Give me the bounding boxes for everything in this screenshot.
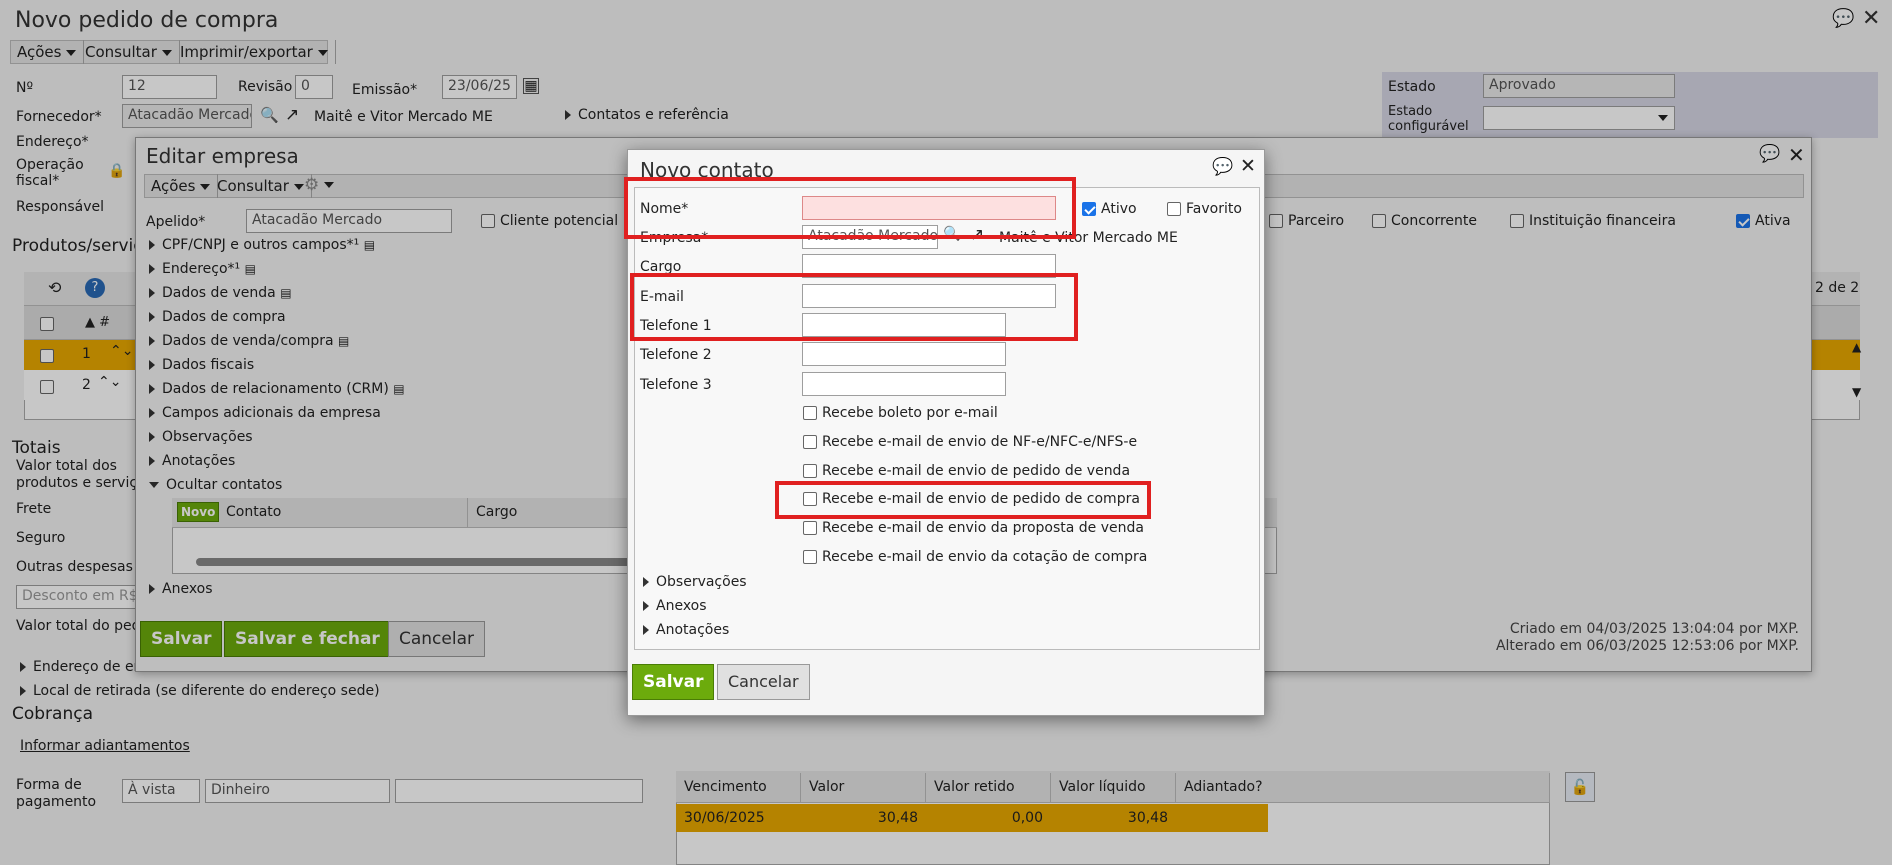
recebe-cotacao-compra-check[interactable]: Recebe e-mail de envio da cotação de com… [803,549,1147,565]
dialog-section-anotacoes[interactable]: Anotações [643,622,729,638]
comment-icon[interactable]: 💬 [1212,157,1233,177]
recebe-proposta-venda-check[interactable]: Recebe e-mail de envio da proposta de ve… [803,520,1144,536]
close-icon[interactable]: ✕ [1240,155,1256,177]
dialog-section-observacoes[interactable]: Observações [643,574,747,590]
dialog-save-button[interactable]: Salvar [632,664,715,700]
favorito-check[interactable]: Favorito [1167,201,1242,217]
telefone2-label: Telefone 2 [640,347,712,363]
highlight-email-telefone [630,273,1078,341]
recebe-nfe-check[interactable]: Recebe e-mail de envio de NF-e/NFC-e/NFS… [803,434,1137,450]
dialog-cancel-button[interactable]: Cancelar [717,664,810,700]
telefone3-label: Telefone 3 [640,377,712,393]
telefone3-input[interactable] [802,372,1006,396]
recebe-pedido-venda-check[interactable]: Recebe e-mail de envio de pedido de vend… [803,463,1130,479]
dialog-section-anexos[interactable]: Anexos [643,598,707,614]
recebe-boleto-check[interactable]: Recebe boleto por e-mail [803,405,998,421]
highlight-pedido-compra [775,481,1151,519]
ativo-check[interactable]: Ativo [1082,201,1137,217]
telefone2-input[interactable] [802,342,1006,366]
highlight-nome [624,177,1076,239]
